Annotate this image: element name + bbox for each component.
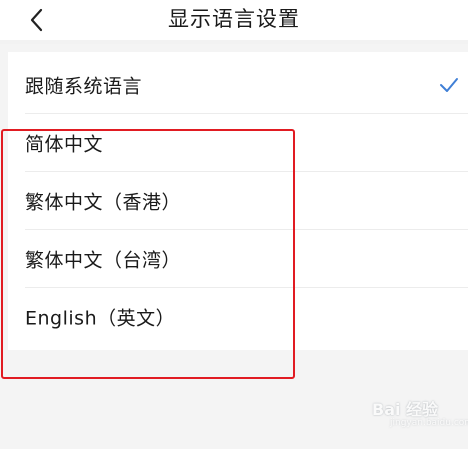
language-option-label: 繁体中文（香港） xyxy=(25,191,182,214)
language-option-label: 跟随系统语言 xyxy=(25,75,143,98)
page-title: 显示语言设置 xyxy=(168,7,300,31)
checkmark-icon xyxy=(438,74,460,96)
language-option-label: 简体中文 xyxy=(25,133,104,156)
language-option-label: 繁体中文（台湾） xyxy=(25,249,182,272)
language-option-traditional-chinese-hk[interactable]: 繁体中文（香港） xyxy=(8,172,468,230)
language-option-label: English（英文） xyxy=(25,307,176,330)
language-option-traditional-chinese-tw[interactable]: 繁体中文（台湾） xyxy=(8,230,468,288)
language-option-english[interactable]: English（英文） xyxy=(8,288,468,346)
top-bar: 显示语言设置 xyxy=(0,0,468,40)
language-option-follow-system[interactable]: 跟随系统语言 xyxy=(8,56,468,114)
language-list: 跟随系统语言 简体中文 繁体中文（香港） 繁体中文（台湾） English（英文… xyxy=(8,52,468,350)
language-option-simplified-chinese[interactable]: 简体中文 xyxy=(8,114,468,172)
